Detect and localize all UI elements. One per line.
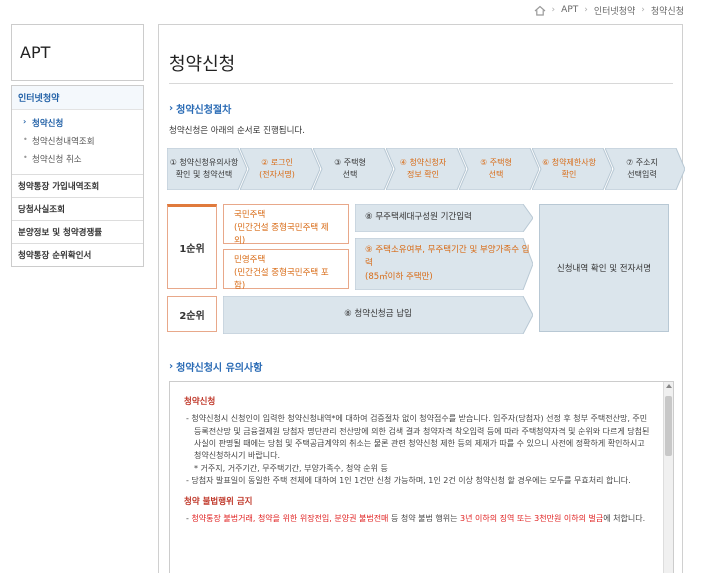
procedure-step-3: ③ 주택형선택 (313, 148, 393, 190)
scroll-up-icon[interactable] (666, 384, 672, 388)
notice-scrollbar[interactable] (663, 382, 673, 573)
title-divider (169, 83, 673, 84)
notice-penalty: 3년 이하의 징역 또는 3천만원 이하의 벌금 (460, 513, 604, 523)
notice-body: 청약신청 - 청약신청시 신청인이 입력한 청약신청내역*에 대하여 검증절차 … (184, 392, 654, 525)
step-label: ⑤ 주택형선택 (480, 157, 518, 180)
chevron-right-icon: › (641, 5, 645, 15)
step-label-line1: ⑥ 청약제한사항 (542, 158, 596, 168)
step-label-line2: 선택입력 (627, 170, 657, 179)
private-housing-box: 민영주택 (민간건설 중형국민주택 포함) (223, 249, 349, 291)
payment-label: ⑧ 청약신청금 납입 (344, 309, 412, 320)
sidebar: APT 인터넷청약 청약신청 청약신청내역조회 청약신청 취소 청약통장 가입내… (11, 24, 144, 267)
sidebar-menu: 인터넷청약 청약신청 청약신청내역조회 청약신청 취소 청약통장 가입내역조회 … (11, 85, 144, 267)
procedure-step-5: ⑤ 주택형선택 (459, 148, 539, 190)
breadcrumb-item-internet[interactable]: 인터넷청약 (594, 4, 635, 17)
sidebar-group-internet[interactable]: 인터넷청약 (12, 86, 143, 110)
step-label-line2: (전자서명) (259, 170, 295, 179)
sidebar-item-winner-check[interactable]: 당첨사실조회 (12, 197, 143, 220)
step-label: ② 로그인 (전자서명) (259, 157, 301, 180)
chevron-right-icon: › (169, 103, 174, 114)
step-label: ① 청약신청유의사항확인 및 청약선택 (170, 157, 245, 180)
chevron-right-icon: › (584, 5, 588, 15)
step-label-line2: 선택 (488, 170, 504, 179)
final-confirm-box: 신청내역 확인 및 전자서명 (539, 204, 669, 332)
home-icon[interactable] (534, 5, 546, 16)
notice-illegal-end: 에 처합니다. (603, 513, 646, 523)
procedure-step-2: ② 로그인 (전자서명) (240, 148, 320, 190)
step9-label-line1: ⑨ 주택소유여부, 무주택기간 및 부양가족수 입력 (365, 244, 530, 269)
page: › APT › 인터넷청약 › 청약신청 APT 인터넷청약 청약신청 청약신청… (0, 0, 720, 573)
notice-illegal-mid: 등 청약 불법 행위는 (388, 513, 461, 523)
step-label-line2: 정보 확인 (407, 170, 439, 179)
step-label-line1: ④ 청약신청자 (399, 158, 447, 168)
scroll-thumb[interactable] (665, 396, 672, 456)
notice-footnote: * 거주지, 거주기간, 무주택기간, 부양가족수, 청약 순위 등 (194, 463, 388, 473)
procedure-step-7: ⑦ 주소지선택입력 (605, 148, 685, 190)
step-label-line2: 확인 및 청약선택 (175, 170, 233, 179)
step9-label: ⑨ 주택소유여부, 무주택기간 및 부양가족수 입력 (85㎡이하 주택만) (355, 238, 533, 290)
step-label: ④ 청약신청자정보 확인 (400, 157, 453, 180)
step-label-line1: ② 로그인 (261, 158, 293, 168)
step-label-line2: 선택 (342, 170, 358, 179)
procedure-heading-text: 청약신청절차 (176, 105, 232, 116)
national-housing-note: (민간건설 중형국민주택 제외) (234, 222, 329, 246)
sidebar-item-sale-info[interactable]: 분양정보 및 청약경쟁률 (12, 220, 143, 243)
procedure-intro: 청약신청은 아래의 순서로 진행됩니다. (169, 126, 305, 136)
national-housing-title: 국민주택 (234, 210, 266, 220)
breadcrumb-item-current: 청약신청 (650, 6, 684, 17)
sidebar-item-apply-history[interactable]: 청약신청내역조회 (12, 132, 143, 150)
step-label: ⑥ 청약제한사항확인 (542, 157, 602, 180)
notice-heading: › 청약신청시 유의사항 (169, 359, 262, 374)
sidebar-title: APT (11, 24, 144, 81)
rank-2-label: 2순위 (167, 296, 217, 332)
notice-paragraph: - 청약신청시 신청인이 입력한 청약신청내역*에 대하여 검증절차 없이 청약… (186, 414, 650, 461)
chevron-right-icon: › (169, 361, 174, 372)
procedure-steps: ① 청약신청유의사항 확인 및 청약선택 ② 로그인 (전자서명) ③ 주택형 선택 … (167, 148, 685, 190)
step9-ownership-arrow: ⑨ 주택소유여부, 무주택기간 및 부양가족수 입력 (85㎡이하 주택만) (354, 237, 534, 291)
private-housing-title: 민영주택 (234, 255, 266, 265)
breadcrumb-item-apt[interactable]: APT (561, 5, 578, 15)
national-housing-box: 국민주택 (민간건설 중형국민주택 제외) (223, 204, 349, 246)
notice-subheading-illegal: 청약 불법행위 금지 (184, 496, 253, 507)
step-label-line1: ③ 주택형 (334, 158, 366, 168)
procedure-step-1: ① 청약신청유의사항확인 및 청약선택 (167, 148, 247, 190)
step-label-line1: ⑤ 주택형 (480, 158, 512, 168)
procedure-heading: › 청약신청절차 (169, 101, 231, 116)
sidebar-item-apply[interactable]: 청약신청 (12, 114, 143, 132)
payment-arrow: ⑧ 청약신청금 납입 (222, 295, 534, 335)
sidebar-item-account-history[interactable]: 청약통장 가입내역조회 (12, 174, 143, 197)
step-label-line1: ① 청약신청유의사항 (169, 158, 239, 168)
step-label-line1: ⑦ 주소지 (626, 158, 658, 168)
procedure-flow: 1순위 2순위 국민주택 (민간건설 중형국민주택 제외) 민영주택 (민간건설… (167, 203, 679, 335)
step-label-line2: 확인 (561, 170, 577, 179)
notice-heading-text: 청약신청시 유의사항 (176, 363, 263, 374)
sidebar-submenu: 청약신청 청약신청내역조회 청약신청 취소 (12, 110, 143, 174)
private-housing-note: (민간건설 중형국민주택 포함) (234, 267, 329, 291)
step-label: ⑦ 주소지선택입력 (626, 157, 664, 180)
chevron-right-icon: › (551, 5, 556, 15)
step8-housing-period-arrow: ⑧ 무주택세대구성원 기간입력 (354, 203, 534, 233)
notice-subheading-apply: 청약신청 (184, 397, 216, 407)
notice-paragraph: - 당첨자 발표일이 동일한 주택 전체에 대하여 1인 1건만 신청 가능하며… (186, 476, 631, 486)
breadcrumb: › APT › 인터넷청약 › 청약신청 (534, 4, 684, 17)
page-title: 청약신청 (169, 54, 236, 75)
notice-box[interactable]: 청약신청 - 청약신청시 신청인이 입력한 청약신청내역*에 대하여 검증절차 … (169, 381, 674, 573)
step-label: ③ 주택형선택 (334, 157, 372, 180)
sidebar-item-rank-certificate[interactable]: 청약통장 순위확인서 (12, 243, 143, 266)
sidebar-item-apply-cancel[interactable]: 청약신청 취소 (12, 150, 143, 168)
procedure-step-6: ⑥ 청약제한사항확인 (532, 148, 612, 190)
rank-1-label: 1순위 (167, 204, 217, 289)
step9-label-line2: (85㎡이하 주택만) (365, 271, 433, 282)
step8-label: ⑧ 무주택세대구성원 기간입력 (365, 212, 472, 223)
notice-illegal-acts: 청약통장 불법거래, 청약을 위한 위장전입, 분양권 불법전매 (191, 513, 389, 523)
procedure-step-4: ④ 청약신청자정보 확인 (386, 148, 466, 190)
notice-illegal-paragraph: - 청약통장 불법거래, 청약을 위한 위장전입, 분양권 불법전매 등 청약 … (186, 513, 646, 523)
main-content: 청약신청 › 청약신청절차 청약신청은 아래의 순서로 진행됩니다. ① 청약신… (158, 24, 685, 573)
